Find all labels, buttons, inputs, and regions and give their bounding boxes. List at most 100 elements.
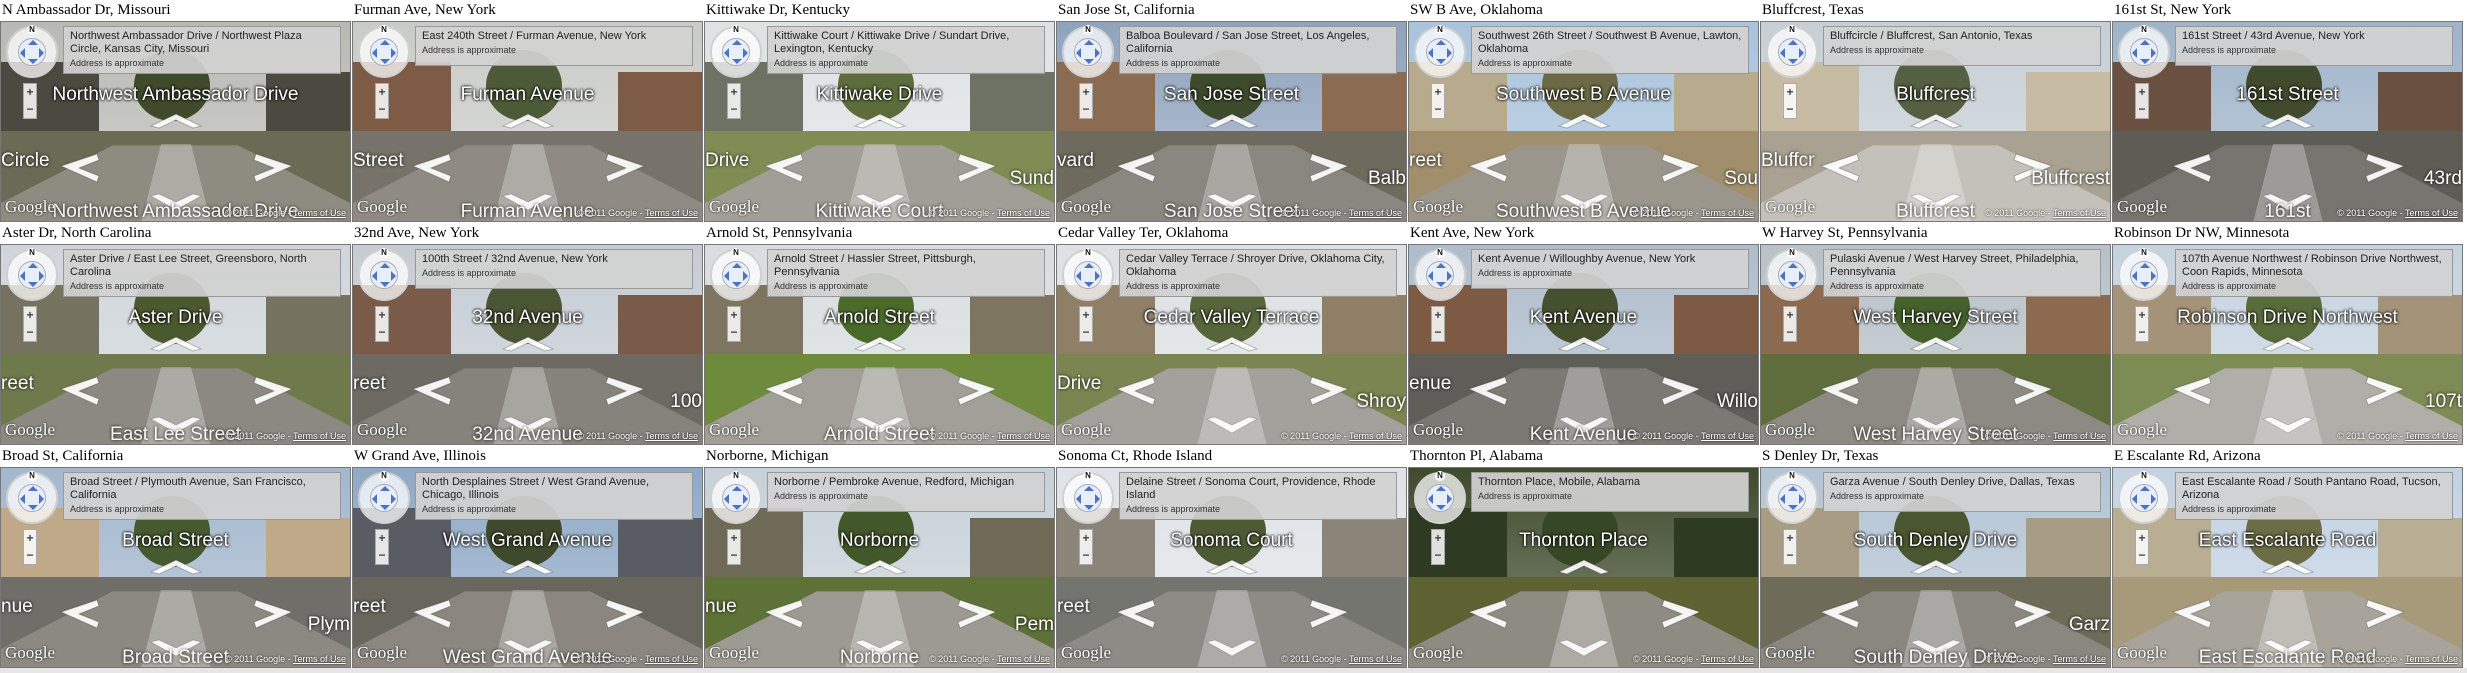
pan-up-icon[interactable]: [28, 486, 38, 491]
pan-up-icon[interactable]: [732, 40, 742, 45]
pan-control[interactable]: N: [1062, 248, 1114, 301]
pan-right-icon[interactable]: [1799, 494, 1804, 504]
nav-arrow-forward[interactable]: [149, 559, 203, 575]
pan-right-icon[interactable]: [2151, 271, 2156, 281]
pan-left-icon[interactable]: [1780, 271, 1785, 281]
pan-right-icon[interactable]: [39, 271, 44, 281]
pan-right-icon[interactable]: [391, 271, 396, 281]
nav-arrow-left[interactable]: [1467, 599, 1508, 629]
zoom-out-button[interactable]: −: [1784, 547, 1796, 564]
streetview-panorama[interactable]: Kent Avenue enue Willo Kent Avenue N + −…: [1408, 244, 1759, 445]
pan-right-icon[interactable]: [743, 271, 748, 281]
zoom-out-button[interactable]: −: [728, 324, 740, 341]
zoom-in-button[interactable]: +: [728, 307, 740, 324]
nav-arrow-right[interactable]: [2365, 376, 2406, 406]
nav-arrow-right[interactable]: [253, 153, 294, 183]
google-logo[interactable]: Google: [709, 197, 759, 217]
nav-arrow-left[interactable]: [1467, 376, 1508, 406]
streetview-panorama[interactable]: Thornton Place N + − Thornton Place, Mob…: [1408, 467, 1759, 668]
pan-down-icon[interactable]: [1788, 59, 1798, 64]
streetview-panorama[interactable]: East Escalante Road East Escalante Road …: [2112, 467, 2463, 668]
pan-down-icon[interactable]: [1788, 505, 1798, 510]
nav-arrow-left[interactable]: [59, 153, 100, 183]
pan-right-icon[interactable]: [1447, 271, 1452, 281]
zoom-out-button[interactable]: −: [24, 101, 36, 118]
pan-up-icon[interactable]: [380, 263, 390, 268]
pan-up-icon[interactable]: [28, 263, 38, 268]
nav-arrow-left[interactable]: [411, 153, 452, 183]
google-logo[interactable]: Google: [1765, 643, 1815, 663]
pan-left-icon[interactable]: [1428, 48, 1433, 58]
pan-up-icon[interactable]: [1084, 263, 1094, 268]
pan-left-icon[interactable]: [724, 494, 729, 504]
pan-down-icon[interactable]: [2140, 59, 2150, 64]
pan-down-icon[interactable]: [28, 505, 38, 510]
nav-arrow-forward[interactable]: [1909, 113, 1963, 129]
streetview-panorama[interactable]: 161st Street 43rd 161st N + − 161st Stre…: [2112, 21, 2463, 222]
terms-of-use-link[interactable]: Terms of Use: [2405, 654, 2458, 664]
zoom-out-button[interactable]: −: [376, 547, 388, 564]
pan-control[interactable]: N: [358, 471, 410, 524]
nav-arrow-left[interactable]: [1819, 599, 1860, 629]
terms-of-use-link[interactable]: Terms of Use: [645, 208, 698, 218]
terms-of-use-link[interactable]: Terms of Use: [645, 654, 698, 664]
pan-up-icon[interactable]: [732, 486, 742, 491]
pan-right-icon[interactable]: [391, 48, 396, 58]
pan-up-icon[interactable]: [28, 40, 38, 45]
pan-right-icon[interactable]: [1447, 494, 1452, 504]
zoom-out-button[interactable]: −: [1784, 324, 1796, 341]
pan-control[interactable]: N: [1062, 471, 1114, 524]
zoom-in-button[interactable]: +: [376, 84, 388, 101]
nav-arrow-right[interactable]: [1661, 153, 1702, 183]
pan-control[interactable]: N: [358, 248, 410, 301]
pan-up-icon[interactable]: [1788, 40, 1798, 45]
terms-of-use-link[interactable]: Terms of Use: [2053, 208, 2106, 218]
zoom-out-button[interactable]: −: [1432, 101, 1444, 118]
pan-down-icon[interactable]: [380, 59, 390, 64]
nav-arrow-forward[interactable]: [149, 113, 203, 129]
zoom-in-button[interactable]: +: [1432, 84, 1444, 101]
nav-arrow-left[interactable]: [1115, 153, 1156, 183]
zoom-out-button[interactable]: −: [2136, 324, 2148, 341]
zoom-out-button[interactable]: −: [1432, 547, 1444, 564]
nav-arrow-right[interactable]: [2013, 376, 2054, 406]
nav-arrow-forward[interactable]: [501, 336, 555, 352]
streetview-panorama[interactable]: Southwest B Avenue reet Sou Southwest B …: [1408, 21, 1759, 222]
pan-left-icon[interactable]: [20, 494, 25, 504]
zoom-out-button[interactable]: −: [1432, 324, 1444, 341]
pan-control[interactable]: N: [1414, 471, 1466, 524]
pan-left-icon[interactable]: [1428, 271, 1433, 281]
nav-arrow-right[interactable]: [605, 376, 646, 406]
zoom-out-button[interactable]: −: [2136, 101, 2148, 118]
zoom-in-button[interactable]: +: [376, 307, 388, 324]
streetview-panorama[interactable]: Broad Street nue Plym Broad Street N + −…: [0, 467, 351, 668]
google-logo[interactable]: Google: [1061, 643, 1111, 663]
streetview-panorama[interactable]: Bluffcrest Bluffcr Bluffcrest Bluffcrest…: [1760, 21, 2111, 222]
pan-right-icon[interactable]: [391, 494, 396, 504]
google-logo[interactable]: Google: [709, 420, 759, 440]
nav-arrow-left[interactable]: [763, 376, 804, 406]
zoom-out-button[interactable]: −: [1080, 324, 1092, 341]
nav-arrow-right[interactable]: [957, 376, 998, 406]
streetview-panorama[interactable]: Sonoma Court reet N + − Delaine Street /…: [1056, 467, 1407, 668]
pan-control[interactable]: N: [6, 25, 58, 78]
nav-arrow-forward[interactable]: [1205, 336, 1259, 352]
nav-arrow-right[interactable]: [2013, 599, 2054, 629]
pan-down-icon[interactable]: [732, 505, 742, 510]
terms-of-use-link[interactable]: Terms of Use: [2053, 654, 2106, 664]
pan-down-icon[interactable]: [28, 282, 38, 287]
streetview-panorama[interactable]: Aster Drive reet East Lee Street N + − A…: [0, 244, 351, 445]
pan-up-icon[interactable]: [380, 486, 390, 491]
pan-right-icon[interactable]: [39, 494, 44, 504]
terms-of-use-link[interactable]: Terms of Use: [997, 654, 1050, 664]
pan-control[interactable]: N: [6, 248, 58, 301]
zoom-in-button[interactable]: +: [1080, 530, 1092, 547]
terms-of-use-link[interactable]: Terms of Use: [997, 208, 1050, 218]
nav-arrow-forward[interactable]: [1205, 113, 1259, 129]
google-logo[interactable]: Google: [1413, 420, 1463, 440]
pan-down-icon[interactable]: [2140, 505, 2150, 510]
nav-arrow-right[interactable]: [253, 376, 294, 406]
pan-up-icon[interactable]: [1084, 486, 1094, 491]
streetview-panorama[interactable]: Furman Avenue Street Furman Avenue N + −…: [352, 21, 703, 222]
terms-of-use-link[interactable]: Terms of Use: [1349, 654, 1402, 664]
